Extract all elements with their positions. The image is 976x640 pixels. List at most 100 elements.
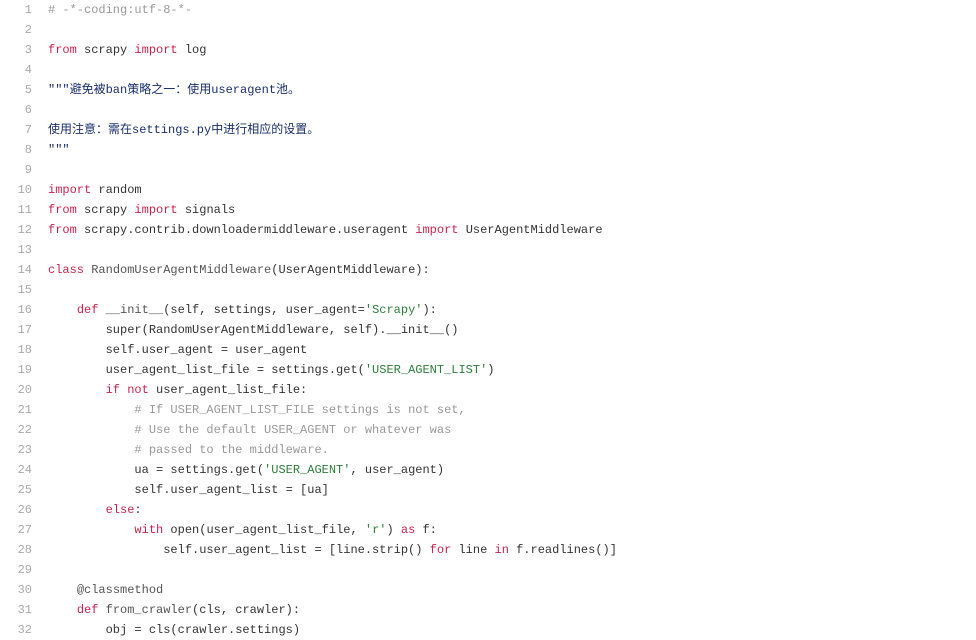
code-line: """避免被ban策略之一：使用useragent池。 [48,80,976,100]
line-number: 18 [0,340,32,360]
line-number: 11 [0,200,32,220]
line-number-gutter: 1234567891011121314151617181920212223242… [0,0,44,640]
code-token: from [48,43,77,57]
code-token: open(user_agent_list_file, [163,523,365,537]
line-number: 8 [0,140,32,160]
line-number: 4 [0,60,32,80]
code-token: ) [487,363,494,377]
line-number: 5 [0,80,32,100]
line-number: 10 [0,180,32,200]
code-token: (cls, crawler): [192,603,300,617]
code-token [48,443,134,457]
line-number: 30 [0,580,32,600]
code-token [48,303,77,317]
code-token: in [495,543,509,557]
code-line: # -*-coding:utf-8-*- [48,0,976,20]
line-number: 23 [0,440,32,460]
code-line: # passed to the middleware. [48,440,976,460]
code-line: def __init__(self, settings, user_agent=… [48,300,976,320]
code-line: """ [48,140,976,160]
code-token: ua = settings.get( [48,463,264,477]
code-line: with open(user_agent_list_file, 'r') as … [48,520,976,540]
code-line: else: [48,500,976,520]
code-line: from scrapy import log [48,40,976,60]
code-token: ) [386,523,400,537]
code-token: 'r' [365,523,387,537]
code-token: log [178,43,207,57]
code-token: import [134,43,177,57]
code-line [48,160,976,180]
code-line [48,100,976,120]
code-token [48,603,77,617]
code-body: # -*-coding:utf-8-*- from scrapy import l… [44,0,976,640]
code-token: scrapy [77,43,135,57]
code-token: @classmethod [77,583,163,597]
line-number: 20 [0,380,32,400]
code-token: """避免被ban策略之一：使用useragent池。 [48,83,300,97]
code-token: __init__ [106,303,164,317]
code-token: user_agent_list_file: [149,383,307,397]
code-token: # -*-coding:utf-8-*- [48,3,192,17]
line-number: 14 [0,260,32,280]
code-token: f.readlines()] [509,543,617,557]
code-token: from [48,223,77,237]
code-line [48,240,976,260]
line-number: 6 [0,100,32,120]
line-number: 12 [0,220,32,240]
code-line: class RandomUserAgentMiddleware(UserAgen… [48,260,976,280]
line-number: 25 [0,480,32,500]
code-token: 'USER_AGENT_LIST' [365,363,487,377]
code-line: from scrapy import signals [48,200,976,220]
code-line: import random [48,180,976,200]
code-line: from scrapy.contrib.downloadermiddleware… [48,220,976,240]
code-line: self.user_agent_list = [line.strip() for… [48,540,976,560]
code-token: from_crawler [106,603,192,617]
code-token: 使用注意：需在settings.py中进行相应的设置。 [48,123,319,137]
code-token: def [77,303,99,317]
code-token: self.user_agent_list = [line.strip() [48,543,430,557]
code-token: as [401,523,415,537]
code-token: # passed to the middleware. [134,443,328,457]
code-line: user_agent_list_file = settings.get('USE… [48,360,976,380]
line-number: 17 [0,320,32,340]
code-line: # If USER_AGENT_LIST_FILE settings is no… [48,400,976,420]
code-token: signals [178,203,236,217]
code-token [48,383,106,397]
code-token [98,603,105,617]
code-token: super(RandomUserAgentMiddleware, self)._… [48,323,458,337]
line-number: 26 [0,500,32,520]
code-line: self.user_agent = user_agent [48,340,976,360]
code-line [48,20,976,40]
code-token: from [48,203,77,217]
code-token [48,523,134,537]
code-token: : [134,503,141,517]
code-token: obj = cls(crawler.settings) [48,623,300,637]
code-token: user_agent_list_file = settings.get( [48,363,365,377]
line-number: 21 [0,400,32,420]
code-token: , user_agent) [350,463,444,477]
line-number: 19 [0,360,32,380]
code-token: line [451,543,494,557]
line-number: 28 [0,540,32,560]
code-token [48,583,77,597]
line-number: 3 [0,40,32,60]
code-token [48,503,106,517]
code-line [48,560,976,580]
code-token: class [48,263,84,277]
code-token: random [91,183,141,197]
code-token: RandomUserAgentMiddleware [91,263,271,277]
line-number: 2 [0,20,32,40]
code-token [98,303,105,317]
code-token: for [430,543,452,557]
code-token: not [127,383,149,397]
line-number: 13 [0,240,32,260]
code-token: 'USER_AGENT' [264,463,350,477]
line-number: 24 [0,460,32,480]
code-token: with [134,523,163,537]
line-number: 29 [0,560,32,580]
code-line [48,60,976,80]
code-token: 'Scrapy' [365,303,423,317]
code-token: import [48,183,91,197]
line-number: 7 [0,120,32,140]
code-line: def from_crawler(cls, crawler): [48,600,976,620]
